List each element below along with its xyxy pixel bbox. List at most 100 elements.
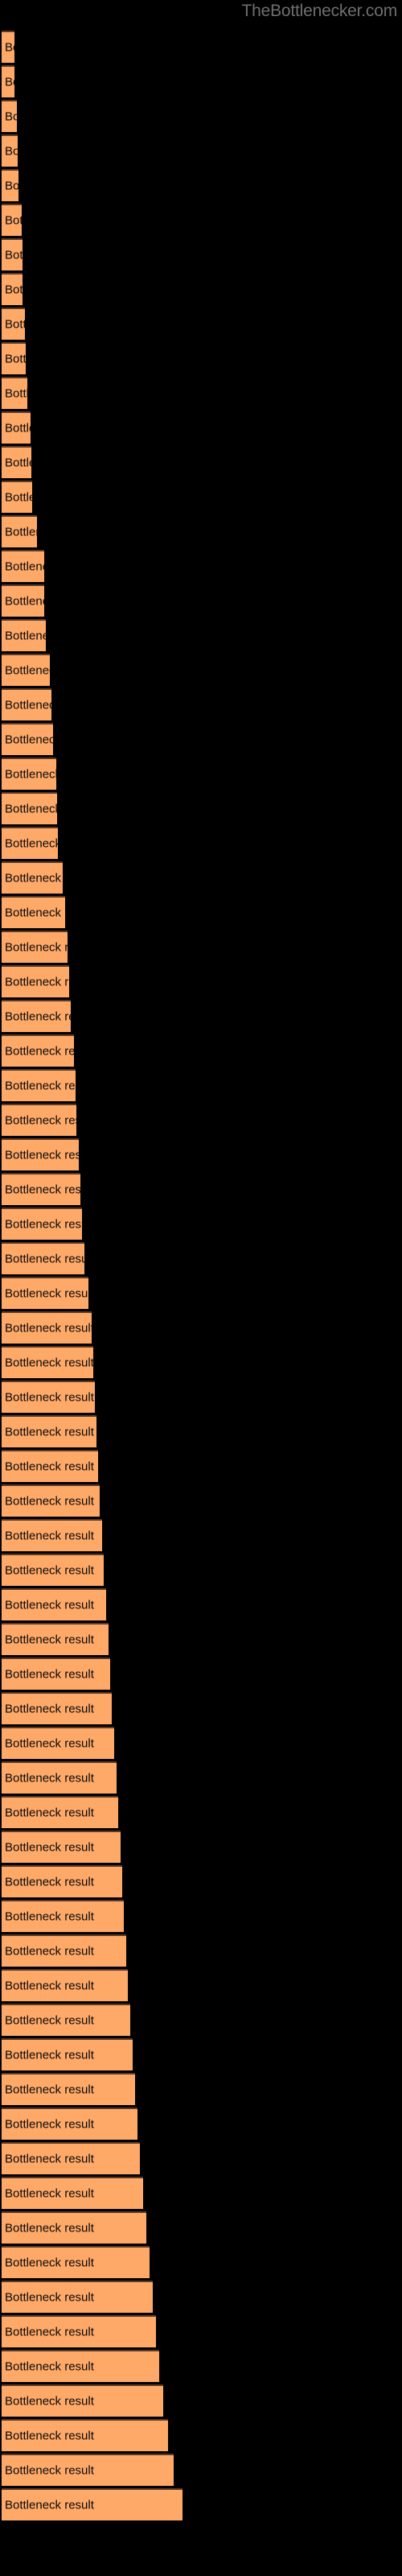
- chart-bar[interactable]: Bottleneck result: [2, 1727, 114, 1759]
- chart-bar[interactable]: Bottleneck result: [2, 1588, 106, 1620]
- chart-bar[interactable]: Bottleneck result: [2, 377, 27, 409]
- bar-label: Bottleneck result: [5, 144, 18, 159]
- chart-bar[interactable]: Bottleneck result: [2, 1484, 100, 1517]
- chart-bar[interactable]: Bottleneck result: [2, 134, 18, 167]
- chart-bar[interactable]: Bottleneck result: [2, 1104, 76, 1136]
- chart-bar[interactable]: Bottleneck result: [2, 1000, 71, 1032]
- chart-bar[interactable]: Bottleneck result: [2, 1554, 104, 1586]
- chart-bar[interactable]: Bottleneck result: [2, 1761, 117, 1794]
- chart-bar[interactable]: Bottleneck result: [2, 2281, 153, 2313]
- bar-label: Bottleneck result: [5, 2186, 94, 2201]
- chart-bar[interactable]: Bottleneck result: [2, 342, 26, 374]
- chart-bar[interactable]: Bottleneck result: [2, 1692, 112, 1724]
- chart-bar[interactable]: Bottleneck result: [2, 654, 50, 686]
- chart-bar[interactable]: Bottleneck result: [2, 1657, 110, 1690]
- chart-bar[interactable]: Bottleneck result: [2, 2488, 183, 2520]
- bar-label: Bottleneck result: [5, 975, 69, 989]
- chart-bar[interactable]: Bottleneck result: [2, 1034, 74, 1067]
- bar-label: Bottleneck result: [5, 109, 17, 124]
- chart-bar[interactable]: Bottleneck result: [2, 861, 63, 894]
- chart-bar[interactable]: Bottleneck result: [2, 1173, 80, 1205]
- chart-bar[interactable]: Bottleneck result: [2, 1623, 109, 1655]
- chart-bar[interactable]: Bottleneck result: [2, 2315, 156, 2347]
- chart-bar[interactable]: Bottleneck result: [2, 931, 68, 963]
- chart-bar[interactable]: Bottleneck result: [2, 827, 58, 859]
- chart-bar[interactable]: Bottleneck result: [2, 584, 44, 617]
- bar-label: Bottleneck result: [5, 213, 22, 228]
- bar-label: Bottleneck result: [5, 2463, 94, 2478]
- chart-bar[interactable]: Bottleneck result: [2, 2454, 174, 2486]
- chart-bar[interactable]: Bottleneck result: [2, 758, 56, 790]
- chart-bar[interactable]: Bottleneck result: [2, 1346, 93, 1378]
- chart-bar[interactable]: Bottleneck result: [2, 2142, 140, 2174]
- chart-bar[interactable]: Bottleneck result: [2, 100, 17, 132]
- bar-label: Bottleneck result: [5, 179, 18, 193]
- chart-bar[interactable]: Bottleneck result: [2, 2350, 159, 2382]
- chart-bar[interactable]: Bottleneck result: [2, 619, 46, 651]
- bar-label: Bottleneck result: [5, 2256, 94, 2270]
- bar-label: Bottleneck result: [5, 1667, 94, 1682]
- bar-label: Bottleneck result: [5, 490, 32, 505]
- chart-bar[interactable]: Bottleneck result: [2, 723, 53, 755]
- chart-bar[interactable]: Bottleneck result: [2, 1277, 88, 1309]
- chart-bar[interactable]: Bottleneck result: [2, 65, 14, 97]
- chart-bar[interactable]: Bottleneck result: [2, 2211, 146, 2244]
- bar-label: Bottleneck result: [5, 1736, 94, 1751]
- chart-bar[interactable]: Bottleneck result: [2, 1519, 102, 1551]
- chart-bar[interactable]: Bottleneck result: [2, 2246, 150, 2278]
- bar-label: Bottleneck result: [5, 525, 37, 539]
- chart-bar[interactable]: Bottleneck result: [2, 688, 51, 720]
- bar-label: Bottleneck result: [5, 1390, 94, 1405]
- chart-bar[interactable]: Bottleneck result: [2, 896, 65, 928]
- bar-label: Bottleneck result: [5, 836, 58, 851]
- chart-bar[interactable]: Bottleneck result: [2, 1934, 126, 1967]
- bar-label: Bottleneck result: [5, 283, 23, 297]
- chart-bar[interactable]: Bottleneck result: [2, 550, 44, 582]
- chart-bar[interactable]: Bottleneck result: [2, 204, 22, 236]
- chart-bar[interactable]: Bottleneck result: [2, 481, 32, 513]
- bar-label: Bottleneck result: [5, 629, 46, 643]
- bar-label: Bottleneck result: [5, 1217, 82, 1232]
- chart-bar[interactable]: Bottleneck result: [2, 792, 57, 824]
- chart-bar[interactable]: Bottleneck result: [2, 273, 23, 305]
- chart-bar[interactable]: Bottleneck result: [2, 2107, 137, 2140]
- chart-bar[interactable]: Bottleneck result: [2, 2004, 130, 2036]
- bar-label: Bottleneck result: [5, 1494, 94, 1509]
- chart-bar[interactable]: Bottleneck result: [2, 1242, 84, 1274]
- bar-label: Bottleneck result: [5, 559, 44, 574]
- bar-label: Bottleneck result: [5, 1425, 94, 1439]
- chart-bar[interactable]: Bottleneck result: [2, 1208, 82, 1240]
- chart-bar[interactable]: Bottleneck result: [2, 31, 14, 63]
- chart-bar[interactable]: Bottleneck result: [2, 1900, 124, 1932]
- bar-label: Bottleneck result: [5, 1563, 94, 1578]
- bar-label: Bottleneck result: [5, 2290, 94, 2305]
- chart-bar[interactable]: Bottleneck result: [2, 1415, 96, 1447]
- bar-label: Bottleneck result: [5, 2359, 94, 2374]
- bar-label: Bottleneck result: [5, 1356, 93, 1370]
- bar-label: Bottleneck result: [5, 1459, 94, 1474]
- chart-bar[interactable]: Bottleneck result: [2, 446, 31, 478]
- chart-bar[interactable]: Bottleneck result: [2, 308, 25, 340]
- chart-bar[interactable]: Bottleneck result: [2, 1865, 122, 1897]
- chart-bar[interactable]: Bottleneck result: [2, 1796, 118, 1828]
- chart-bar[interactable]: Bottleneck result: [2, 2177, 143, 2209]
- chart-bar[interactable]: Bottleneck result: [2, 1969, 128, 2001]
- chart-bar[interactable]: Bottleneck result: [2, 1311, 92, 1344]
- chart-bar[interactable]: Bottleneck result: [2, 1450, 98, 1482]
- chart-bar[interactable]: Bottleneck result: [2, 1831, 121, 1863]
- chart-bar[interactable]: Bottleneck result: [2, 1069, 76, 1101]
- chart-bar[interactable]: Bottleneck result: [2, 2073, 135, 2105]
- chart-bar[interactable]: Bottleneck result: [2, 2419, 168, 2451]
- chart-bar[interactable]: Bottleneck result: [2, 515, 37, 547]
- chart-bar[interactable]: Bottleneck result: [2, 1138, 79, 1170]
- chart-bar[interactable]: Bottleneck result: [2, 965, 69, 997]
- bar-label: Bottleneck result: [5, 2152, 94, 2166]
- chart-bar[interactable]: Bottleneck result: [2, 2038, 133, 2070]
- chart-bar[interactable]: Bottleneck result: [2, 238, 23, 270]
- bar-label: Bottleneck result: [5, 1806, 94, 1820]
- bar-label: Bottleneck result: [5, 1044, 74, 1059]
- chart-bar[interactable]: Bottleneck result: [2, 169, 18, 201]
- chart-bar[interactable]: Bottleneck result: [2, 2384, 163, 2417]
- chart-bar[interactable]: Bottleneck result: [2, 1381, 95, 1413]
- chart-bar[interactable]: Bottleneck result: [2, 411, 31, 444]
